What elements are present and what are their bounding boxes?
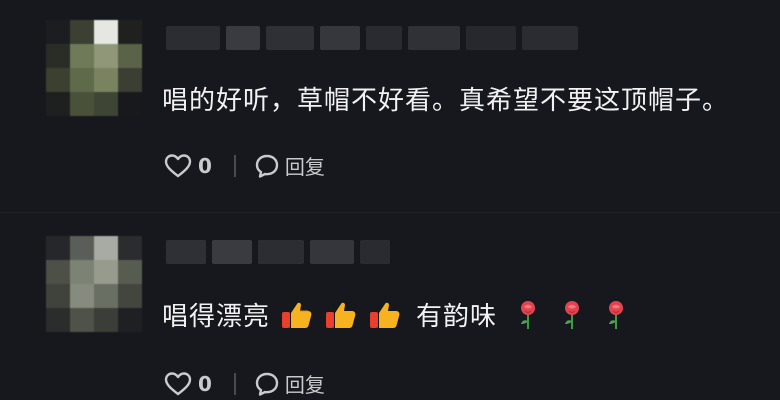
comment-text: 唱的好听，草帽不好看。真希望不要这顶帽子。 (162, 86, 730, 116)
comment-text-end: 有韵味 (416, 302, 498, 332)
username-blurred[interactable] (166, 26, 578, 50)
like-count: 0 (198, 371, 212, 396)
avatar[interactable] (46, 20, 142, 116)
comment-list: 唱的好听，草帽不好看。真希望不要这顶帽子。 0 回复 唱得漂亮 有韵味 0 回复 (0, 0, 780, 400)
reply-label: 回复 (284, 155, 325, 179)
rose-icon (565, 300, 580, 329)
thumbs-up-icon (326, 302, 356, 328)
comment-actions: 0 回复 (164, 369, 325, 398)
comment-text-start: 唱得漂亮 (162, 302, 271, 332)
comment-actions: 0 回复 (164, 151, 325, 180)
username-blurred[interactable] (166, 240, 390, 264)
rose-icon (609, 300, 624, 329)
reply-button[interactable]: 回复 (254, 151, 325, 180)
reply-button[interactable]: 回复 (254, 369, 325, 398)
like-count: 0 (198, 153, 212, 178)
avatar[interactable] (46, 236, 142, 332)
heart-icon (164, 153, 192, 177)
divider (233, 372, 236, 395)
rose-icon (521, 300, 536, 329)
comment-text: 唱得漂亮 有韵味 (162, 296, 629, 333)
like-button[interactable]: 0 (164, 371, 212, 397)
chat-bubble-icon (255, 154, 279, 178)
thumbs-up-icon (370, 302, 400, 328)
heart-icon (164, 371, 192, 395)
divider (233, 154, 236, 177)
thumbs-up-icon (282, 302, 312, 328)
like-button[interactable]: 0 (164, 153, 212, 179)
chat-bubble-icon (255, 372, 279, 396)
reply-label: 回复 (284, 373, 325, 397)
comment-separator (0, 212, 780, 213)
